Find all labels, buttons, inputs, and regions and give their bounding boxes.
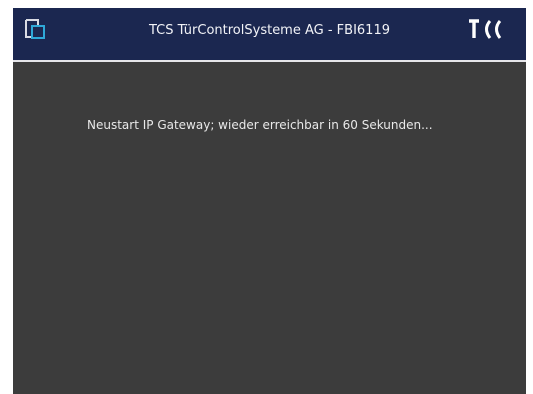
main-content: Neustart IP Gateway; wieder erreichbar i… <box>13 62 526 394</box>
app-window: TCS TürControlSysteme AG - FBI6119 Neust… <box>13 8 526 394</box>
window-icon[interactable] <box>23 17 47 41</box>
header-bar: TCS TürControlSysteme AG - FBI6119 <box>13 8 526 62</box>
page-title: TCS TürControlSysteme AG - FBI6119 <box>149 23 390 38</box>
restart-message: Neustart IP Gateway; wieder erreichbar i… <box>87 118 433 132</box>
tcs-logo <box>468 18 502 39</box>
